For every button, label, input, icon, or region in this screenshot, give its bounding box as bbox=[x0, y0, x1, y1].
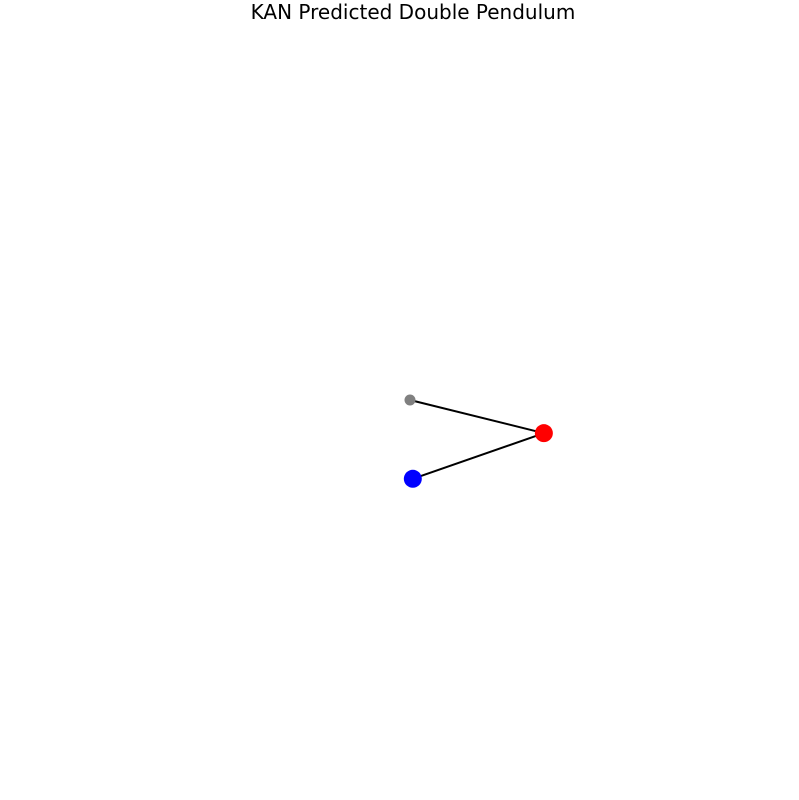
bob-2-point bbox=[403, 469, 422, 488]
rod-lower bbox=[411, 432, 545, 480]
bob-1-point bbox=[534, 424, 553, 443]
pivot-point bbox=[404, 394, 416, 406]
figure: KAN Predicted Double Pendulum bbox=[0, 0, 799, 800]
rod-upper bbox=[409, 399, 545, 435]
pendulum-plot bbox=[403, 394, 553, 488]
